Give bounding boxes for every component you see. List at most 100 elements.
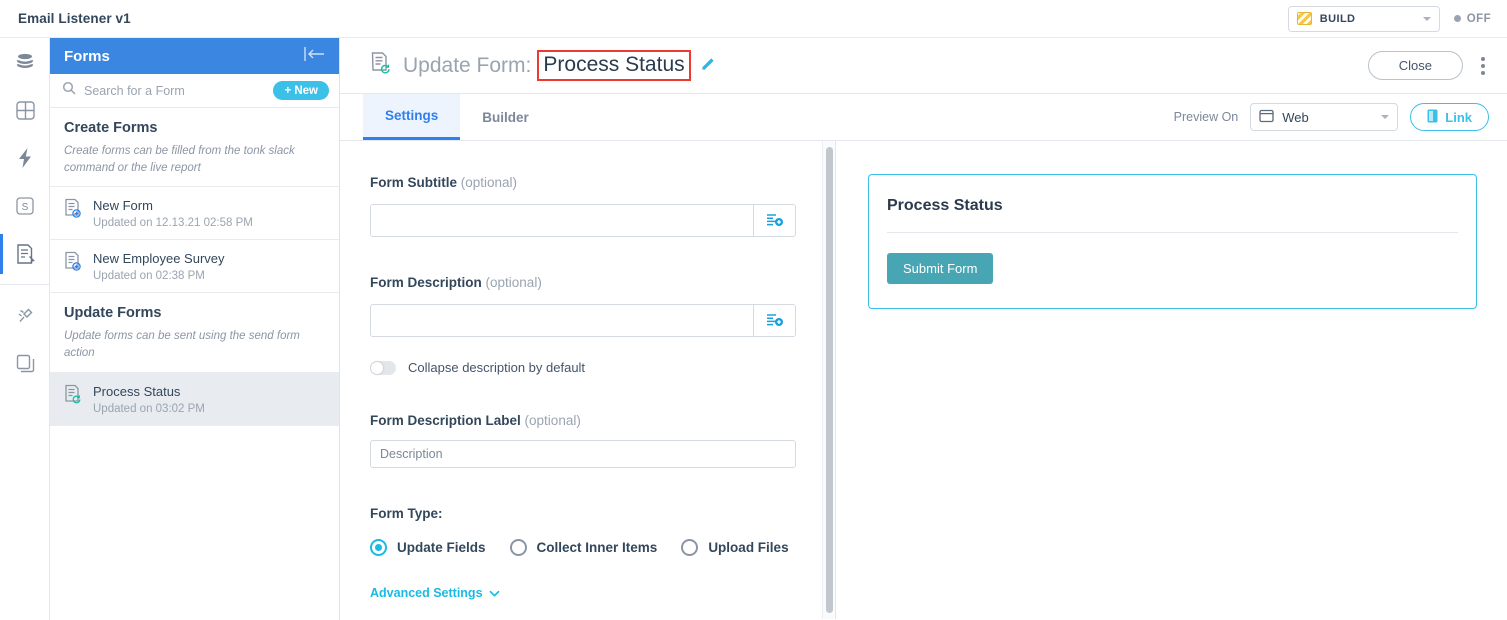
settings-scrollbar-thumb[interactable]: [826, 147, 833, 613]
radio-update-fields[interactable]: [370, 539, 387, 556]
layers-icon: [15, 353, 36, 374]
main-area: Update Form: Process Status Close Settin…: [340, 38, 1507, 620]
label-text: Form Subtitle: [370, 175, 457, 190]
sidebar-group-update-forms: Update Forms Update forms can be sent us…: [50, 293, 339, 372]
radio-upload-files-label: Upload Files: [708, 540, 788, 555]
list-item-updated: Updated on 12.13.21 02:58 PM: [93, 217, 253, 229]
label-text: Form Description: [370, 275, 482, 290]
insert-variable-icon[interactable]: [753, 305, 795, 336]
forms-sidebar: Forms + New Create Forms Create forms ca…: [50, 38, 340, 620]
form-add-icon: [64, 251, 83, 277]
top-bar-right: BUILD OFF: [1288, 6, 1491, 32]
editor-body: Form Subtitle (optional) Form Descripti: [340, 141, 1507, 619]
collapse-left-arrow-icon: [301, 46, 327, 67]
tab-builder[interactable]: Builder: [460, 94, 551, 140]
form-type-radio-group: Update Fields Collect Inner Items Upload…: [370, 539, 835, 556]
rail-item-forms[interactable]: [0, 230, 50, 278]
pencil-icon[interactable]: [701, 56, 716, 76]
status-dot-icon: [1454, 15, 1461, 22]
preview-target-value: Web: [1282, 110, 1309, 125]
radio-upload-files[interactable]: [681, 539, 698, 556]
form-description-label: Form Description (optional): [370, 275, 835, 290]
environment-label: BUILD: [1320, 13, 1356, 25]
form-subtitle-label: Form Subtitle (optional): [370, 175, 835, 190]
main-header: Update Form: Process Status Close: [340, 38, 1507, 94]
page-title-name: Process Status: [537, 50, 690, 81]
search-input[interactable]: [84, 84, 273, 98]
collapse-description-row: Collapse description by default: [370, 360, 835, 375]
settings-pane: Form Subtitle (optional) Form Descripti: [340, 141, 836, 619]
list-item-updated: Updated on 02:38 PM: [93, 270, 225, 282]
preview-controls: Preview On Web Link: [1174, 94, 1489, 140]
group-description: Create forms can be filled from the tonk…: [64, 143, 325, 176]
close-button[interactable]: Close: [1368, 51, 1463, 80]
environment-select[interactable]: BUILD: [1288, 6, 1440, 32]
label-text: Form Description Label: [370, 413, 521, 428]
advanced-settings-toggle[interactable]: Advanced Settings: [370, 586, 500, 600]
tab-settings[interactable]: Settings: [363, 94, 460, 140]
lightning-icon: [15, 147, 35, 169]
radio-update-fields-label: Update Fields: [397, 540, 486, 555]
collapse-description-toggle[interactable]: [370, 361, 396, 375]
rail-item-boards[interactable]: [0, 86, 50, 134]
insert-variable-icon[interactable]: [753, 205, 795, 236]
settings-scrollbar[interactable]: [822, 141, 835, 619]
status-badge[interactable]: OFF: [1454, 13, 1491, 25]
list-item-name: Process Status: [93, 384, 205, 399]
optional-text: (optional): [461, 175, 517, 190]
browser-window-icon: [1259, 109, 1274, 126]
preview-target-select[interactable]: Web: [1250, 103, 1398, 131]
tab-bar: Settings Builder Preview On Web: [340, 94, 1507, 141]
main-header-actions: Close: [1368, 51, 1489, 80]
chevron-down-icon: [1381, 115, 1389, 119]
rail-item-data[interactable]: [0, 38, 50, 86]
chevron-down-icon: [489, 586, 500, 600]
preview-on-label: Preview On: [1174, 110, 1239, 124]
collapse-sidebar-button[interactable]: [301, 46, 327, 67]
optional-text: (optional): [486, 275, 542, 290]
rail-item-slack[interactable]: S: [0, 182, 50, 230]
page-title-prefix: Update Form:: [403, 54, 531, 78]
status-label: OFF: [1467, 13, 1491, 25]
list-item-updated: Updated on 03:02 PM: [93, 403, 205, 415]
form-description-input[interactable]: [371, 305, 753, 336]
grid-icon: [15, 100, 36, 121]
rail-divider: [0, 284, 50, 285]
list-item-new-form[interactable]: New Form Updated on 12.13.21 02:58 PM: [50, 187, 339, 240]
list-item-name: New Employee Survey: [93, 251, 225, 266]
preview-pane: Process Status Submit Form: [836, 141, 1507, 619]
form-preview-card: Process Status Submit Form: [868, 174, 1477, 309]
preview-divider: [887, 232, 1458, 233]
page-title: Update Form: Process Status: [370, 50, 716, 81]
submit-form-button[interactable]: Submit Form: [887, 253, 993, 284]
form-add-icon: [64, 198, 83, 224]
rail-item-integrations[interactable]: [0, 291, 50, 339]
list-item-process-status[interactable]: Process Status Updated on 03:02 PM: [50, 373, 339, 426]
settings-form: Form Subtitle (optional) Form Descripti: [340, 141, 835, 600]
rail-item-automations[interactable]: [0, 134, 50, 182]
form-edit-icon: [15, 243, 36, 265]
app-title: Email Listener v1: [18, 11, 131, 26]
sidebar-header: Forms: [50, 38, 339, 74]
form-type-label: Form Type:: [370, 506, 835, 521]
slack-s-icon: S: [15, 196, 35, 216]
form-description-input-group: [370, 304, 796, 337]
form-description-label-input[interactable]: [370, 440, 796, 468]
plug-icon: [15, 305, 36, 326]
preview-form-title: Process Status: [887, 197, 1458, 215]
svg-text:S: S: [22, 202, 29, 213]
link-button[interactable]: Link: [1410, 103, 1489, 131]
search-icon: [62, 81, 76, 100]
new-form-button[interactable]: + New: [273, 81, 329, 100]
radio-collect-inner-items[interactable]: [510, 539, 527, 556]
top-bar: Email Listener v1 BUILD OFF: [0, 0, 1507, 38]
radio-collect-inner-items-label: Collect Inner Items: [537, 540, 658, 555]
form-subtitle-input[interactable]: [371, 205, 753, 236]
form-subtitle-input-group: [370, 204, 796, 237]
list-item-new-employee-survey[interactable]: New Employee Survey Updated on 02:38 PM: [50, 240, 339, 293]
rail-item-stacks[interactable]: [0, 339, 50, 387]
sidebar-title: Forms: [64, 48, 110, 65]
kebab-menu-icon[interactable]: [1477, 53, 1489, 79]
sidebar-search-row: + New: [50, 74, 339, 108]
icon-rail: S: [0, 38, 50, 620]
